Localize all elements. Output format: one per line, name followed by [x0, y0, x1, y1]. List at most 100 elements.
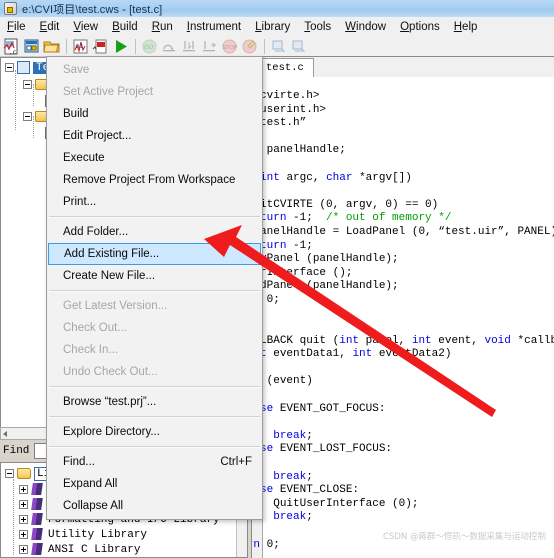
main-toolbar: .c ni [0, 36, 554, 57]
collapse-toggle-icon[interactable] [23, 80, 32, 89]
menu-separator [49, 386, 260, 388]
menu-item-label: Build [63, 108, 89, 120]
menu-item-expand-all[interactable]: Expand All [47, 473, 262, 495]
library-icon [31, 528, 44, 541]
folder-icon [17, 468, 31, 479]
menu-options[interactable]: Options [393, 19, 447, 35]
window-title: e:\CVI项目\test.cws - [test.c] [22, 1, 162, 17]
menu-item-shortcut: Ctrl+F [220, 456, 252, 468]
expand-toggle-icon[interactable] [19, 485, 28, 494]
toolbar-separator-1 [66, 39, 67, 54]
svg-text:.c: .c [9, 49, 17, 56]
menu-item-explore-directory[interactable]: Explore Directory... [47, 421, 262, 443]
debug-target-icon[interactable] [91, 37, 110, 56]
menu-item-build[interactable]: Build [47, 103, 262, 125]
svg-text:ni: ni [76, 43, 84, 50]
menu-item-add-folder[interactable]: Add Folder... [47, 221, 262, 243]
menu-item-add-existing-file[interactable]: Add Existing File... [48, 243, 261, 265]
source-code-text[interactable]: #include <cvirte.h> #include <userint.h>… [252, 90, 554, 558]
menu-item-label: Get Latest Version... [63, 300, 167, 312]
menu-file[interactable]: File [0, 19, 33, 35]
collapse-toggle-icon[interactable] [23, 112, 32, 121]
menu-item-check-in[interactable]: Check In... [47, 339, 262, 361]
menu-item-label: Edit Project... [63, 130, 131, 142]
new-ui-file-icon[interactable] [22, 37, 41, 56]
step-out-icon [200, 37, 219, 56]
menu-item-edit-project[interactable]: Edit Project... [47, 125, 262, 147]
tree-connector [13, 479, 14, 555]
run-project-icon[interactable] [111, 37, 130, 56]
menu-item-label: Remove Project From Workspace [63, 174, 235, 186]
code-editor-area[interactable]: #include <cvirte.h> #include <userint.h>… [252, 77, 554, 558]
tree-connector [15, 70, 16, 130]
menu-separator [49, 446, 260, 448]
library-icon [31, 483, 44, 496]
expand-toggle-icon[interactable] [19, 530, 28, 539]
menu-item-label: Print... [63, 196, 96, 208]
menu-bar: File Edit View Build Run Instrument Libr… [0, 17, 554, 37]
menu-item-browse-project[interactable]: Browse “test.prj”... [47, 391, 262, 413]
menu-item-label: Check In... [63, 344, 118, 356]
go-continue-icon: GO [140, 37, 159, 56]
menu-item-print[interactable]: Print... [47, 191, 262, 213]
cvi-application-window: e:\CVI项目\test.cws - [test.c] File Edit V… [0, 0, 554, 558]
expand-toggle-icon[interactable] [19, 500, 28, 509]
collapse-toggle-icon[interactable] [5, 63, 14, 72]
library-icon [31, 543, 44, 556]
step-into-icon [180, 37, 199, 56]
library-item-utility[interactable]: Utility Library [19, 527, 147, 542]
menu-item-get-latest-version[interactable]: Get Latest Version... [47, 295, 262, 317]
collapse-toggle-icon[interactable] [5, 469, 14, 478]
library-item-label: ANSI C Library [48, 544, 140, 556]
menu-item-execute[interactable]: Execute [47, 147, 262, 169]
menu-item-label: Collapse All [63, 500, 123, 512]
menu-library[interactable]: Library [248, 19, 297, 35]
menu-item-undo-check-out[interactable]: Undo Check Out... [47, 361, 262, 383]
menu-item-remove-project-from-workspace[interactable]: Remove Project From Workspace [47, 169, 262, 191]
tab-test-c[interactable]: test.c [256, 58, 314, 77]
menu-edit[interactable]: Edit [33, 19, 67, 35]
menu-window[interactable]: Window [338, 19, 393, 35]
project-node-icon [17, 61, 30, 74]
menu-item-label: Execute [63, 152, 105, 164]
menu-item-label: Expand All [63, 478, 117, 490]
menu-item-label: Create New File... [63, 270, 155, 282]
library-item-label: Utility Library [48, 529, 147, 541]
menu-item-label: Undo Check Out... [63, 366, 158, 378]
ni-instrument-icon[interactable]: ni [71, 37, 90, 56]
file-dropdown-menu: Save Set Active Project Build Edit Proje… [46, 56, 263, 520]
menu-tools[interactable]: Tools [297, 19, 338, 35]
menu-item-label: Add Folder... [63, 226, 128, 238]
new-source-file-icon[interactable]: .c [2, 37, 21, 56]
title-bar[interactable]: e:\CVI项目\test.cws - [test.c] [0, 0, 554, 18]
expand-toggle-icon[interactable] [19, 515, 28, 524]
library-icon [31, 513, 44, 526]
expand-toggle-icon[interactable] [19, 545, 28, 554]
menu-item-label: Explore Directory... [63, 426, 160, 438]
menu-item-label: Check Out... [63, 322, 127, 334]
toolbar-separator-2 [135, 39, 136, 54]
menu-view[interactable]: View [66, 19, 105, 35]
menu-run[interactable]: Run [145, 19, 180, 35]
menu-item-save[interactable]: Save [47, 59, 262, 81]
library-item-ansi-c[interactable]: ANSI C Library [19, 542, 140, 557]
scroll-left-arrow-icon[interactable] [3, 431, 7, 437]
editor-tab-strip: test.c [252, 57, 554, 78]
csdn-watermark: CSDN @蒋群～恒凯～数据采集与运动控制 [383, 530, 546, 542]
menu-item-collapse-all[interactable]: Collapse All [47, 495, 262, 517]
menu-item-find[interactable]: Find... Ctrl+F [47, 451, 262, 473]
stop-icon: STOP [220, 37, 239, 56]
menu-instrument[interactable]: Instrument [180, 19, 248, 35]
menu-separator [49, 290, 260, 292]
menu-item-create-new-file[interactable]: Create New File... [47, 265, 262, 287]
library-icon [31, 498, 44, 511]
menu-help[interactable]: Help [447, 19, 485, 35]
menu-item-label: Set Active Project [63, 86, 153, 98]
menu-item-set-active-project[interactable]: Set Active Project [47, 81, 262, 103]
menu-separator [49, 216, 260, 218]
svg-text:GO: GO [144, 45, 154, 51]
find-previous-icon [269, 37, 288, 56]
menu-build[interactable]: Build [105, 19, 145, 35]
open-folder-icon[interactable] [42, 37, 61, 56]
menu-item-check-out[interactable]: Check Out... [47, 317, 262, 339]
